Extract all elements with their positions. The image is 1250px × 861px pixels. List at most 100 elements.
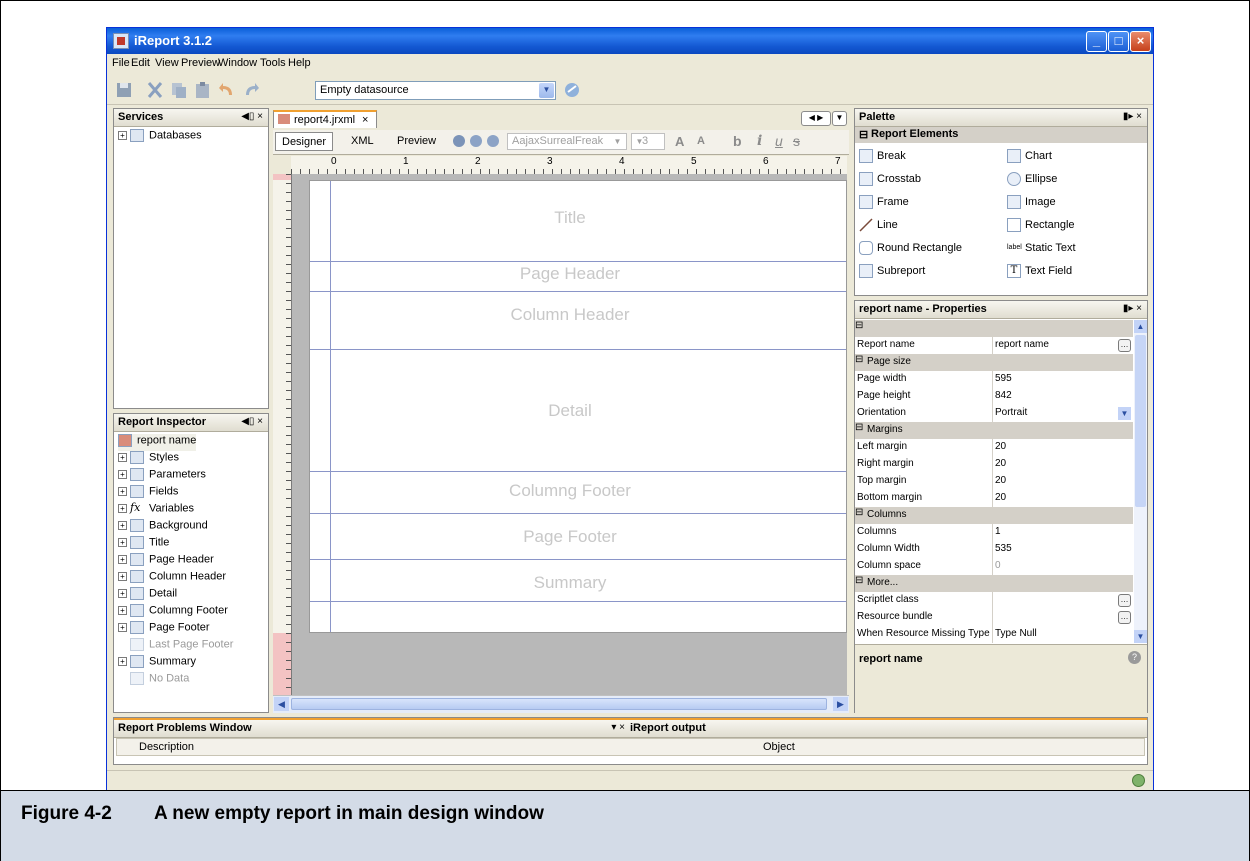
datasource-connect-icon[interactable] [562,80,582,100]
inspector-item-page-header[interactable]: + Page Header [118,553,214,570]
maximize-button[interactable]: □ [1108,31,1129,52]
memory-status-icon[interactable] [1132,774,1145,787]
expand-icon[interactable]: + [118,470,127,479]
band-column-header[interactable]: Column Header [310,305,830,325]
menu-window[interactable]: Window [218,57,257,69]
output-title[interactable]: iReport output [630,722,706,734]
palette-item-chart[interactable]: Chart [1007,149,1052,163]
property-value[interactable]: 1 [995,526,1119,537]
property-row[interactable]: Report name report name… [855,337,1133,354]
expand-icon[interactable]: + [118,657,127,666]
scroll-right-icon[interactable]: ▶ [833,697,848,711]
inspector-item-title[interactable]: + Title [118,536,169,553]
palette-item-round-rectangle[interactable]: Round Rectangle [859,241,962,255]
menu-edit[interactable]: Edit [131,57,150,69]
xml-mode-button[interactable]: XML [345,132,380,151]
expand-icon[interactable]: + [118,538,127,547]
property-row[interactable]: Resource bundle… [855,609,1133,626]
inspector-item-background[interactable]: + Background [118,519,208,536]
palette-section[interactable]: ⊟ Report Elements [855,127,1147,143]
property-row[interactable]: Bottom margin 20 [855,490,1133,507]
chevron-down-icon[interactable]: ▼ [1118,407,1131,420]
scroll-down-icon[interactable]: ▼ [1134,630,1147,643]
property-section[interactable]: ⊟ Page size [855,354,1133,371]
palette-item-rectangle[interactable]: Rectangle [1007,218,1075,232]
menu-view[interactable]: View [155,57,179,69]
band-divider[interactable] [310,513,846,514]
property-row[interactable]: Column space 0 [855,558,1133,575]
expand-icon[interactable]: + [118,623,127,632]
palette-item-static-text[interactable]: label Static Text [1007,241,1076,255]
property-value[interactable]: Portrait [995,407,1119,418]
property-row[interactable]: Page width 595 [855,371,1133,388]
property-row[interactable]: Top margin 20 [855,473,1133,490]
band-page-footer[interactable]: Page Footer [310,527,830,547]
band-page-header[interactable]: Page Header [310,264,830,284]
property-row[interactable]: Left margin 20 [855,439,1133,456]
expand-icon[interactable]: + [118,606,127,615]
italic-icon[interactable]: i [757,133,762,149]
redo-icon[interactable] [241,80,261,100]
band-divider[interactable] [310,471,846,472]
expand-icon[interactable]: + [118,131,127,140]
column-object[interactable]: Object [763,741,795,753]
band-divider[interactable] [310,349,846,350]
property-value[interactable]: 595 [995,373,1119,384]
expand-icon[interactable]: + [118,572,127,581]
inspector-item-variables[interactable]: + fx Variables [118,502,194,519]
palette-item-crosstab[interactable]: Crosstab [859,172,921,186]
datasource-select[interactable]: Empty datasource ▼ [315,81,556,100]
minimize-button[interactable]: _ [1086,31,1107,52]
tab-report4[interactable]: report4.jrxml × [273,110,377,128]
designer-mode-button[interactable]: Designer [275,132,334,151]
paste-icon[interactable] [193,80,213,100]
zoom-out-icon[interactable] [487,135,499,147]
bold-icon[interactable]: b [733,133,742,149]
menu-preview[interactable]: Preview [181,57,220,69]
services-item-databases[interactable]: + Databases [118,129,202,146]
expand-icon[interactable]: + [118,589,127,598]
property-value[interactable]: 535 [995,543,1119,554]
inspector-item-column-header[interactable]: + Column Header [118,570,226,587]
save-icon[interactable] [115,80,135,100]
property-value[interactable]: report name [995,339,1119,350]
band-divider[interactable] [310,291,846,292]
palette-controls[interactable]: ▮▸ × [1123,111,1142,122]
property-section[interactable]: ⊟ [855,320,1133,337]
report-page[interactable]: Title Page Header Column Header Detail C… [309,180,847,633]
palette-item-ellipse[interactable]: Ellipse [1007,172,1057,186]
property-row[interactable]: Page height 842 [855,388,1133,405]
ellipsis-button[interactable]: … [1118,594,1131,607]
menu-tools[interactable]: Tools [260,57,286,69]
inspector-root[interactable]: report name [118,434,197,451]
preview-mode-button[interactable]: Preview [391,132,442,151]
inspector-item-page-footer[interactable]: + Page Footer [118,621,210,638]
property-value[interactable]: 20 [995,475,1119,486]
band-title[interactable]: Title [310,208,830,228]
property-value[interactable]: Type Null [995,628,1119,639]
menu-file[interactable]: File [112,57,130,69]
property-value[interactable]: 842 [995,390,1119,401]
problems-title[interactable]: Report Problems Window [118,722,252,734]
band-detail[interactable]: Detail [310,401,830,421]
ellipsis-button[interactable]: … [1118,611,1131,624]
inspector-item-last-page-footer[interactable]: Last Page Footer [118,638,233,655]
palette-item-break[interactable]: Break [859,149,906,163]
property-row[interactable]: Column Width 535 [855,541,1133,558]
decrease-font-icon[interactable]: A [697,135,705,147]
strikethrough-icon[interactable]: s [793,133,800,149]
property-row[interactable]: Scriptlet class… [855,592,1133,609]
property-row[interactable]: Columns 1 [855,524,1133,541]
ellipsis-button[interactable]: … [1118,339,1131,352]
inspector-item-no-data[interactable]: No Data [118,672,189,689]
services-controls[interactable]: ◀▯ × [241,111,263,122]
property-value[interactable]: 0 [995,560,1119,571]
property-value[interactable]: 20 [995,441,1119,452]
inspector-item-parameters[interactable]: + Parameters [118,468,206,485]
close-button[interactable]: × [1130,31,1151,52]
property-value[interactable]: 20 [995,492,1119,503]
tab-scroll-arrows[interactable]: ◀ ▶ [801,111,831,126]
inspector-item-styles[interactable]: + Styles [118,451,179,468]
property-section[interactable]: ⊟ Columns [855,507,1133,524]
menu-help[interactable]: Help [288,57,311,69]
